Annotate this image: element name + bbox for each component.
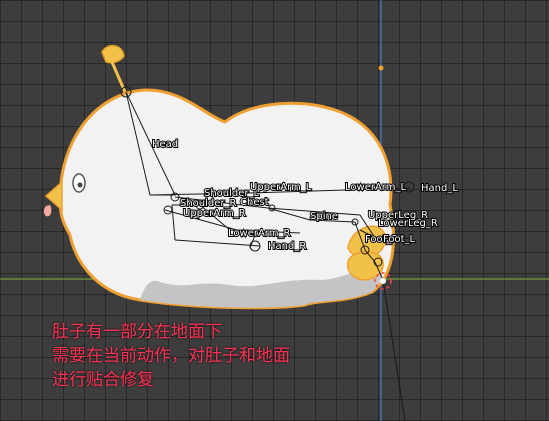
annotation-line-2: 需要在当前动作，对肚子和地面 (52, 346, 290, 366)
bone-label-foot-l: Foot_L (383, 234, 416, 245)
eye-pupil (77, 182, 83, 188)
bone-label-lowerleg-r: LowerLeg_R (378, 218, 438, 229)
bone-label-hand-l: Hand_L (421, 183, 458, 194)
annotation-line-1: 肚子有一部分在地面下 (52, 322, 222, 342)
bone-label-spine: Spine (310, 211, 338, 222)
bone-label-hand-r: Hand_R (268, 241, 306, 252)
bone-label-lowerarm-r: LowerArm_R (228, 228, 290, 239)
annotation-note: 肚子有一部分在地面下 需要在当前动作，对肚子和地面 进行贴合修复 (52, 320, 290, 392)
annotation-line-3: 进行贴合修复 (52, 370, 154, 390)
bone-label-upperarm-l: UpperArm_L (250, 182, 312, 193)
head-crest[interactable] (101, 44, 125, 64)
object-origin[interactable] (378, 65, 384, 71)
bone-label-head: Head (152, 139, 178, 150)
character-mesh[interactable] (43, 44, 395, 310)
bone-label-lowerarm-l: LowerArm_L (345, 182, 406, 193)
bone-label-upperarm-r: UpperArm_R (183, 208, 246, 219)
bone-label-chest: Chest (240, 197, 269, 208)
tongue (43, 205, 52, 217)
3d-viewport[interactable]: Head Shoulder_L Shoulder_R Chest UpperAr… (0, 0, 549, 421)
